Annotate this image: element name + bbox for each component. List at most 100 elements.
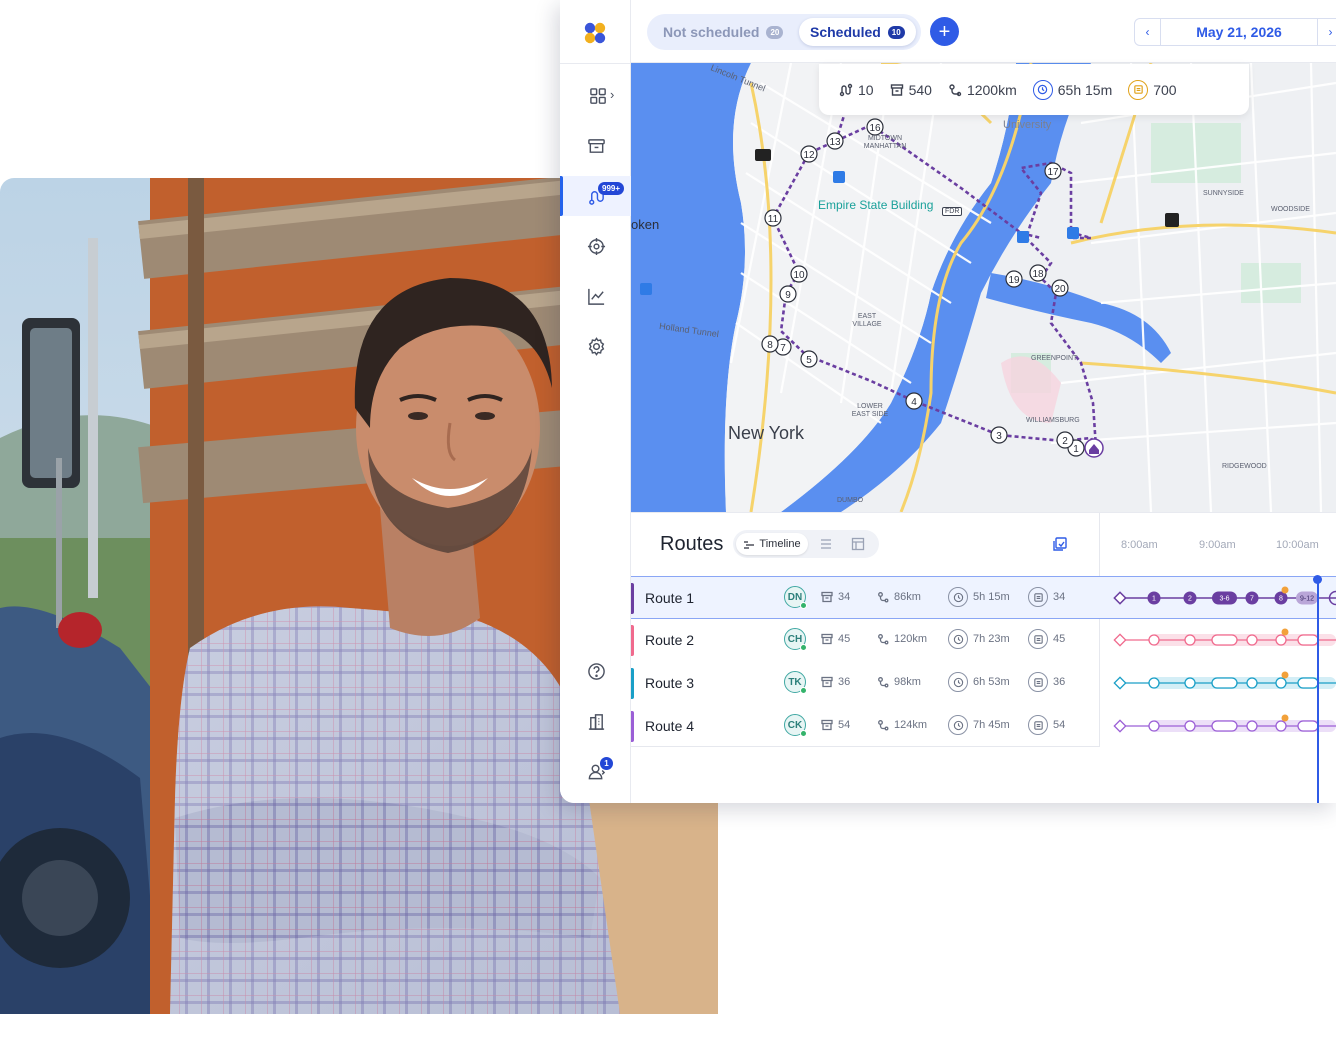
map-label-lower-east-side: LOWER EAST SIDE — [851, 403, 889, 418]
view-list-button[interactable] — [818, 536, 834, 552]
stop-marker[interactable]: 16 — [866, 118, 884, 136]
svg-text:4: 4 — [911, 397, 917, 408]
add-button[interactable]: + — [930, 17, 959, 46]
svg-text:5: 5 — [806, 355, 812, 366]
sidebar-item-help[interactable] — [580, 655, 612, 687]
table-icon — [851, 537, 865, 551]
date-next-button[interactable]: › — [1317, 19, 1336, 45]
view-toggle: Timeline — [733, 530, 879, 558]
route-duration: 6h 53m — [948, 672, 1010, 692]
timeline-stop-chip[interactable]: 1 — [1147, 591, 1161, 605]
route-row[interactable]: Route 3 TK 36 98km 6h 53m 36 — [631, 662, 1336, 705]
sidebar-active-indicator — [560, 176, 563, 216]
stop-marker[interactable]: 13 — [826, 132, 844, 150]
depot-home-icon[interactable] — [1084, 438, 1104, 458]
route-timeline[interactable]: 1 2 3-6 7 8 9-12 — [1100, 577, 1336, 620]
online-status-dot — [800, 602, 807, 609]
scheduled-count: 10 — [887, 25, 905, 39]
map-label-ridgewood: RIDGEWOOD — [1222, 463, 1267, 470]
svg-text:8: 8 — [767, 340, 773, 351]
stat-distance: 1200km — [948, 82, 1017, 98]
stop-marker[interactable]: 9 — [779, 285, 797, 303]
route-capacity: 36 — [1028, 672, 1065, 692]
svg-text:17: 17 — [1047, 167, 1059, 178]
sidebar-divider — [560, 63, 631, 64]
timeline-stop-chip[interactable]: 3-6 — [1212, 591, 1237, 605]
break-icon — [1281, 586, 1289, 594]
routes-panel: Routes Timeline 8:00am 9:00am 10:00am Ro… — [631, 512, 1336, 803]
map-label-midtown: MIDTOWN MANHATTAN — [863, 135, 907, 150]
tab-not-scheduled[interactable]: Not scheduled 20 — [652, 18, 794, 46]
current-date[interactable]: May 21, 2026 — [1161, 19, 1317, 45]
route-map[interactable]: 1 2 3 4 5 7 8 9 10 11 12 13 16 17 18 19 … — [631, 63, 1336, 512]
chevron-right-icon: › — [1328, 25, 1333, 39]
svg-text:3: 3 — [996, 431, 1002, 442]
view-timeline-button[interactable]: Timeline — [736, 533, 808, 555]
stop-marker[interactable]: 11 — [764, 209, 782, 227]
stop-marker[interactable]: 17 — [1044, 162, 1062, 180]
route-name: Route 3 — [645, 675, 695, 691]
sidebar-item-company[interactable] — [580, 705, 612, 737]
route-color-bar — [631, 625, 634, 656]
route-row[interactable]: Route 1 DN 34 86km 5h 15m 34 1 2 3-6 7 8… — [631, 576, 1336, 619]
stop-marker[interactable]: 3 — [990, 426, 1008, 444]
map-stats-bar: 10 540 1200km 65h 15m 700 — [819, 64, 1249, 115]
route-orders-value: 45 — [838, 633, 851, 645]
app-logo-icon[interactable] — [584, 22, 606, 44]
timeline-stop-chip[interactable]: 9-12 — [1296, 591, 1318, 605]
map-label-woodside: WOODSIDE — [1271, 206, 1310, 213]
sidebar-item-tracking[interactable] — [580, 230, 612, 262]
time-header: 8:00am — [1121, 539, 1158, 551]
stop-marker[interactable]: 10 — [790, 265, 808, 283]
sidebar-item-orders[interactable] — [580, 130, 612, 162]
stop-marker[interactable]: 2 — [1056, 431, 1074, 449]
route-name: Route 2 — [645, 632, 695, 648]
sidebar-item-settings[interactable] — [580, 330, 612, 362]
route-timeline[interactable] — [1100, 705, 1336, 748]
route-duration-value: 6h 53m — [973, 676, 1010, 688]
date-picker: ‹ May 21, 2026 › — [1134, 18, 1336, 46]
timeline-stop-chip-label: 1 — [1152, 596, 1156, 603]
date-prev-button[interactable]: ‹ — [1135, 19, 1161, 45]
map-label-east-village: EAST VILLAGE — [852, 313, 882, 328]
timeline-stop-chip[interactable]: 7 — [1245, 591, 1259, 605]
route-distance-value: 124km — [894, 719, 928, 731]
stat-duration-value: 65h 15m — [1057, 81, 1113, 98]
svg-text:10: 10 — [793, 270, 805, 281]
stop-marker[interactable]: 8 — [761, 335, 779, 353]
sidebar-item-analytics[interactable] — [580, 280, 612, 312]
timeline-stop-chip-label: 9-12 — [1300, 596, 1314, 603]
route-duration-value: 7h 23m — [973, 633, 1010, 645]
stop-marker[interactable]: 19 — [1005, 270, 1023, 288]
view-table-button[interactable] — [850, 536, 866, 552]
route-capacity-value: 54 — [1053, 719, 1066, 731]
stop-marker[interactable]: 5 — [800, 350, 818, 368]
distance-icon — [949, 83, 962, 96]
not-scheduled-count: 20 — [766, 25, 784, 39]
route-timeline[interactable] — [1100, 619, 1336, 662]
map-label-empire-state: Empire State Building — [818, 198, 934, 212]
avatar[interactable]: CH — [784, 628, 807, 651]
timeline-stop-chip[interactable]: 2 — [1183, 591, 1197, 605]
sync-icon[interactable] — [1052, 536, 1068, 552]
tab-scheduled[interactable]: Scheduled 10 — [799, 18, 916, 46]
sidebar-item-dashboard[interactable]: › — [582, 80, 614, 112]
svg-text:18: 18 — [1032, 269, 1044, 280]
avatar[interactable]: TK — [784, 671, 807, 694]
avatar[interactable]: DN — [784, 586, 807, 609]
avatar-initials: CH — [787, 633, 803, 645]
avatar[interactable]: CK — [784, 714, 807, 737]
route-timeline[interactable] — [1100, 662, 1336, 705]
route-orders: 54 — [821, 719, 850, 731]
stop-marker[interactable]: 4 — [905, 392, 923, 410]
stop-marker[interactable]: 20 — [1051, 279, 1069, 297]
target-icon — [587, 237, 605, 255]
route-row[interactable]: Route 2 CH 45 120km 7h 23m 45 — [631, 619, 1336, 662]
capacity-icon — [1028, 629, 1048, 649]
break-icon — [1281, 628, 1289, 636]
stop-marker[interactable]: 12 — [800, 145, 818, 163]
routes-badge: 999+ — [598, 182, 625, 195]
break-icon — [1281, 714, 1289, 722]
route-row[interactable]: Route 4 CK 54 124km 7h 45m 54 — [631, 705, 1336, 748]
stop-marker[interactable]: 18 — [1029, 264, 1047, 282]
